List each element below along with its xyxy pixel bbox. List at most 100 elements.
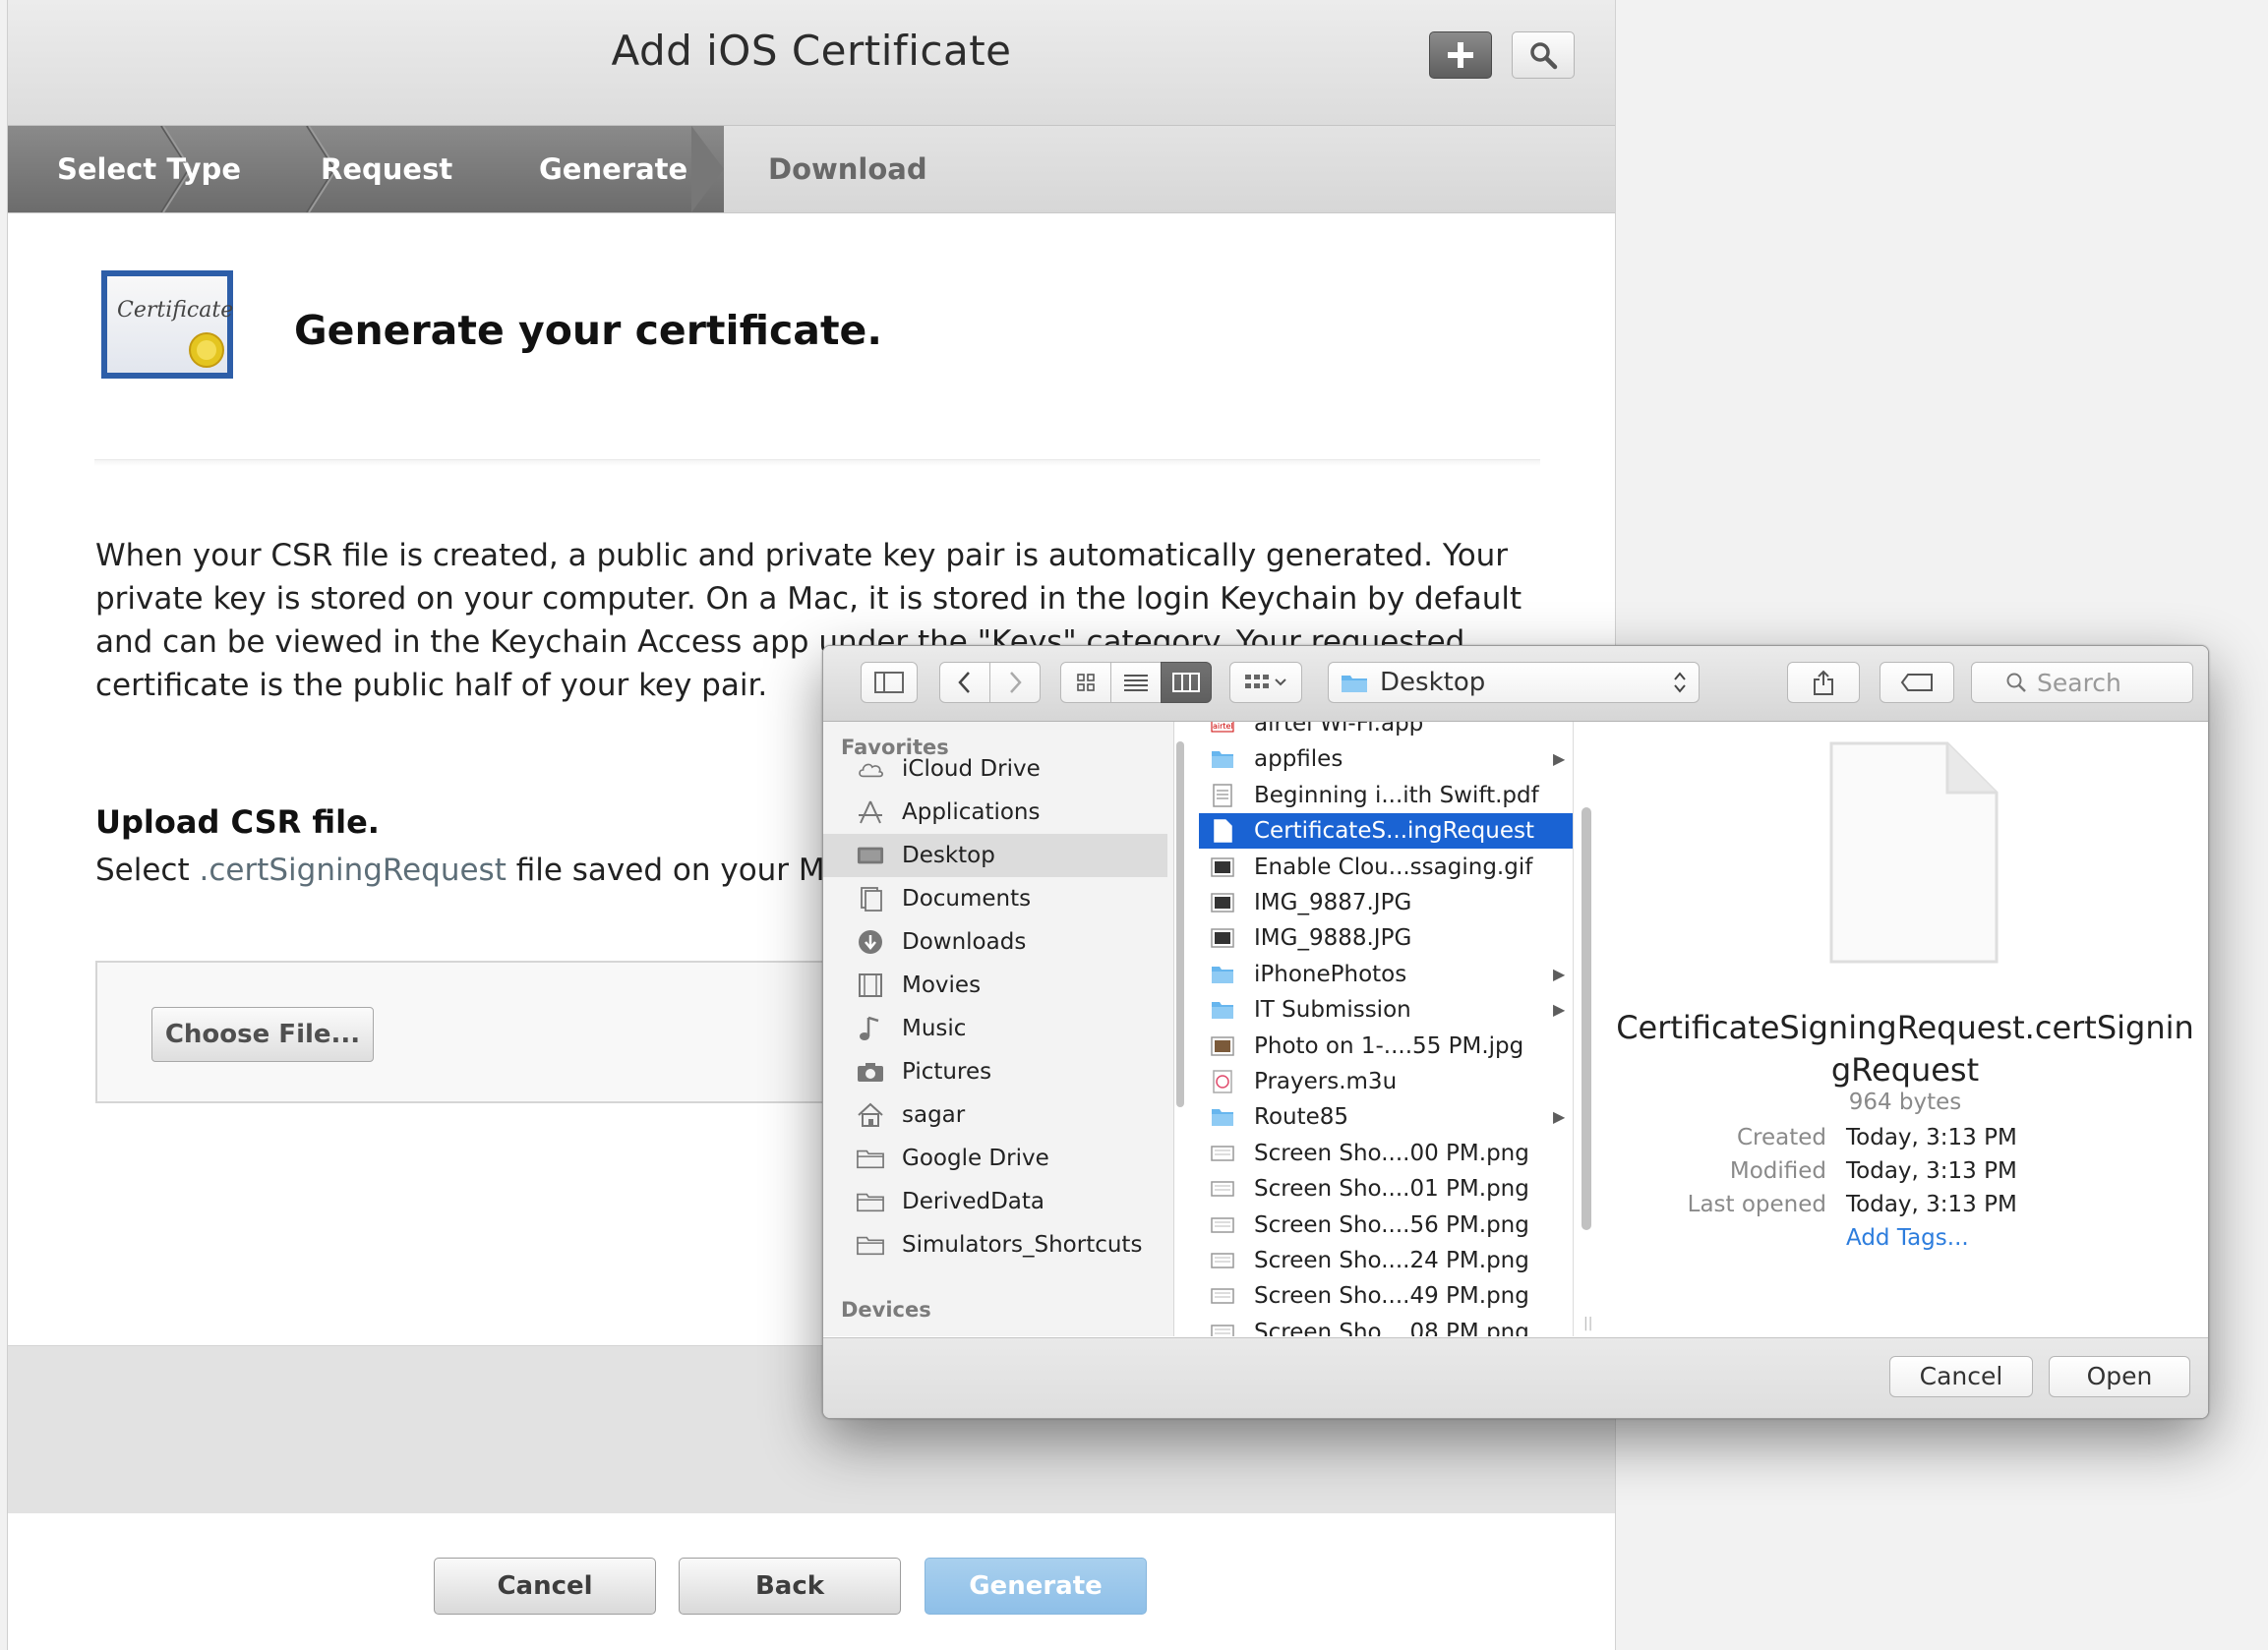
arrange-icon: [1245, 675, 1286, 688]
downloads-icon: [859, 930, 882, 954]
sidebar-item-applications[interactable]: Applications: [823, 791, 1167, 834]
sidebar-toggle-button[interactable]: [861, 662, 918, 703]
pdf-icon: [1213, 784, 1232, 807]
preview-filename: CertificateSigningRequest.certSignin gReq…: [1610, 1007, 2200, 1091]
column-view-button[interactable]: [1161, 662, 1212, 703]
file-row[interactable]: Screen Sho....01 PM.png: [1199, 1171, 1573, 1207]
forward-nav-button[interactable]: [989, 662, 1041, 703]
icon-view-button[interactable]: [1060, 662, 1111, 703]
sidebar-item-deriveddata[interactable]: DerivedData: [823, 1180, 1167, 1223]
dialog-cancel-button[interactable]: Cancel: [1889, 1356, 2033, 1397]
back-button[interactable]: Back: [679, 1558, 901, 1615]
dialog-open-button[interactable]: Open: [2049, 1356, 2190, 1397]
list-view-button[interactable]: [1110, 662, 1162, 703]
audio-playlist-icon: [1213, 1070, 1232, 1093]
devices-heading: Devices: [841, 1298, 931, 1322]
disclosure-arrow-icon: ▶: [1553, 1000, 1566, 1020]
folder-row[interactable]: IT Submission ▶: [1199, 992, 1573, 1028]
sidebar-item-label: Movies: [902, 972, 982, 998]
image-icon: [1211, 856, 1234, 877]
upload-instructions-suffix: file saved on your Mac.: [506, 853, 870, 888]
document-icon: [1829, 741, 1999, 964]
file-row[interactable]: Screen Sho....56 PM.png: [1199, 1208, 1573, 1243]
file-row[interactable]: Screen Sho....24 PM.png: [1199, 1243, 1573, 1278]
file-name: Route85: [1254, 1104, 1349, 1131]
disclosure-arrow-icon: ▶: [1553, 964, 1566, 983]
file-name: CertificateS...ingRequest: [1254, 818, 1534, 845]
file-row[interactable]: Beginning i...ith Swift.pdf: [1199, 778, 1573, 813]
file-row[interactable]: IMG_9888.JPG: [1199, 920, 1573, 956]
chevron-right-icon: [1010, 672, 1022, 693]
file-column-scrollbar[interactable]: [1582, 807, 1591, 1230]
back-nav-button[interactable]: [939, 662, 990, 703]
file-extension: .certSigningRequest: [199, 853, 507, 888]
section-heading: Generate your certificate.: [294, 307, 882, 354]
sidebar-item-movies[interactable]: Movies: [823, 964, 1167, 1007]
search-button[interactable]: [1512, 31, 1575, 79]
divider: [94, 459, 1540, 466]
sidebar-item-home[interactable]: sagar: [823, 1093, 1167, 1137]
folder-row[interactable]: Route85 ▶: [1199, 1099, 1573, 1135]
file-name: Screen Sho....01 PM.png: [1254, 1176, 1529, 1203]
add-tags-link[interactable]: Add Tags...: [1846, 1225, 1969, 1251]
page-header: Add iOS Certificate: [8, 0, 1615, 126]
add-button[interactable]: [1429, 31, 1492, 79]
sidebar-item-downloads[interactable]: Downloads: [823, 920, 1167, 964]
sidebar-scrollbar[interactable]: [1176, 741, 1184, 1107]
share-icon: [1814, 670, 1833, 695]
file-row[interactable]: Screen Sho....00 PM.png: [1199, 1136, 1573, 1171]
location-popup[interactable]: Desktop: [1328, 662, 1700, 703]
file-name: appfiles: [1254, 746, 1343, 773]
column-resize-handle[interactable]: ||: [1583, 1316, 1592, 1331]
file-row[interactable]: airtel airtel Wi-Fi.app: [1199, 722, 1573, 741]
share-button[interactable]: [1787, 662, 1860, 703]
cancel-button[interactable]: Cancel: [434, 1558, 656, 1615]
sidebar-item-label: Downloads: [902, 929, 1027, 955]
updown-chevron-icon: [1674, 672, 1686, 693]
seal-icon: [189, 332, 224, 368]
file-name: airtel Wi-Fi.app: [1254, 722, 1424, 737]
file-row[interactable]: IMG_9887.JPG: [1199, 885, 1573, 920]
sidebar-item-desktop[interactable]: Desktop: [823, 834, 1167, 877]
file-column: airtel airtel Wi-Fi.app appfiles ▶ Beginning…: [1199, 722, 1574, 1336]
step-download: Download: [768, 152, 927, 186]
search-icon: [2006, 673, 2026, 692]
sidebar-item-icloud-drive[interactable]: iCloud Drive: [823, 747, 1167, 791]
file-name: Screen Sho....00 PM.png: [1254, 1140, 1529, 1166]
file-open-dialog: Desktop Search Favorites iCloud Drive Ap…: [822, 645, 2209, 1419]
sidebar-item-pictures[interactable]: Pictures: [823, 1050, 1167, 1093]
folder-row[interactable]: appfiles ▶: [1199, 741, 1573, 777]
documents-icon: [861, 887, 882, 912]
tag-button[interactable]: [1880, 662, 1954, 703]
search-icon: [1530, 42, 1558, 70]
file-row[interactable]: Prayers.m3u: [1199, 1064, 1573, 1099]
sidebar-item-google-drive[interactable]: Google Drive: [823, 1137, 1167, 1180]
step-request: Request: [321, 152, 453, 186]
list-icon: [1124, 675, 1148, 691]
file-name: Screen Sho....49 PM.png: [1254, 1283, 1529, 1310]
home-icon: [858, 1102, 883, 1127]
sidebar-item-label: Applications: [902, 799, 1041, 825]
sidebar-item-label: sagar: [902, 1102, 966, 1128]
sidebar-item-label: iCloud Drive: [902, 756, 1041, 782]
generate-button[interactable]: Generate: [925, 1558, 1147, 1615]
file-row[interactable]: CertificateS...ingRequest: [1199, 813, 1573, 850]
sidebar-item-music[interactable]: Music: [823, 1007, 1167, 1050]
file-name: IMG_9887.JPG: [1254, 890, 1412, 915]
image-icon: [1211, 928, 1234, 949]
file-name: Photo on 1-....55 PM.jpg: [1254, 1032, 1524, 1059]
sidebar-item-documents[interactable]: Documents: [823, 877, 1167, 920]
search-field[interactable]: Search: [1971, 662, 2193, 703]
file-row[interactable]: Screen Sho....08 PM.png: [1199, 1315, 1573, 1336]
folder-row[interactable]: iPhonePhotos ▶: [1199, 957, 1573, 992]
file-row[interactable]: Enable Clou...ssaging.gif: [1199, 850, 1573, 885]
preview-filename-line2: gRequest: [1830, 1051, 1980, 1089]
file-row[interactable]: Photo on 1-....55 PM.jpg: [1199, 1029, 1573, 1064]
columns-icon: [1172, 673, 1200, 692]
file-row[interactable]: Screen Sho....49 PM.png: [1199, 1278, 1573, 1314]
preview-filesize: 964 bytes: [1848, 1090, 1962, 1115]
file-name: Screen Sho....24 PM.png: [1254, 1248, 1529, 1273]
sidebar-item-simulators-shortcuts[interactable]: Simulators_Shortcuts: [823, 1223, 1167, 1267]
arrange-button[interactable]: [1229, 662, 1302, 703]
choose-file-button[interactable]: Choose File...: [151, 1007, 374, 1062]
